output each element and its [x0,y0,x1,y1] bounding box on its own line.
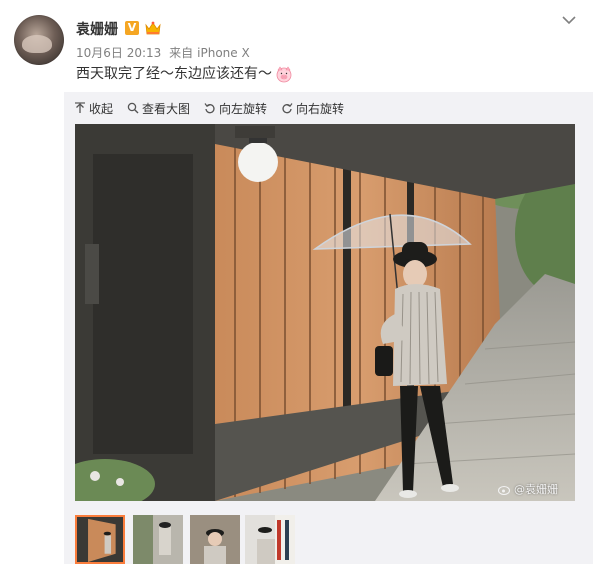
view-large-label: 查看大图 [142,101,191,116]
thumbnail-2-image [133,515,183,564]
post-text: 西天取完了经～东边应该还有～ [76,64,293,84]
rotate-right-label: 向右旋转 [296,101,345,116]
watermark-text: @袁姗姗 [514,483,558,496]
chevron-down-icon[interactable] [560,14,578,26]
thumbnail-1-image [77,517,123,562]
rotate-right-icon [282,103,293,114]
source-prefix: 来自 [169,46,194,60]
post-meta: 10月6日 20:13 来自 iPhone X [76,44,254,61]
avatar[interactable] [14,15,64,65]
thumbnail-1[interactable] [75,515,125,564]
rotate-left-button[interactable]: 向左旋转 [204,100,267,117]
post-text-content: 西天取完了经～东边应该还有～ [76,66,272,82]
collapse-button[interactable]: 收起 [74,100,113,117]
thumbnail-3-image [190,515,240,564]
thumbnail-4-image [245,515,295,564]
zoom-icon [127,102,139,114]
collapse-icon [75,102,85,113]
thumbnail-2[interactable] [133,515,183,564]
post-photo[interactable] [75,124,575,501]
view-large-button[interactable]: 查看大图 [127,100,190,117]
thumbnail-4[interactable] [245,515,295,564]
rotate-right-button[interactable]: 向右旋转 [281,100,344,117]
weibo-logo-icon [498,485,511,495]
photo-watermark: @袁姗姗 [498,481,558,497]
image-toolbar: 收起 查看大图 向左旋转 向右旋转 [74,98,358,118]
collapse-label: 收起 [89,101,114,116]
member-crown-icon[interactable] [144,20,162,36]
verified-badge-icon: V [125,21,139,35]
photo-scene [75,124,575,501]
pig-face-emoji-icon [276,66,292,83]
rotate-left-label: 向左旋转 [219,101,268,116]
post-source[interactable]: iPhone X [197,46,250,60]
post-date[interactable]: 10月6日 20:13 [76,46,161,60]
username[interactable]: 袁姗姗 [76,19,118,39]
thumbnail-3[interactable] [190,515,240,564]
rotate-left-icon [204,103,215,114]
